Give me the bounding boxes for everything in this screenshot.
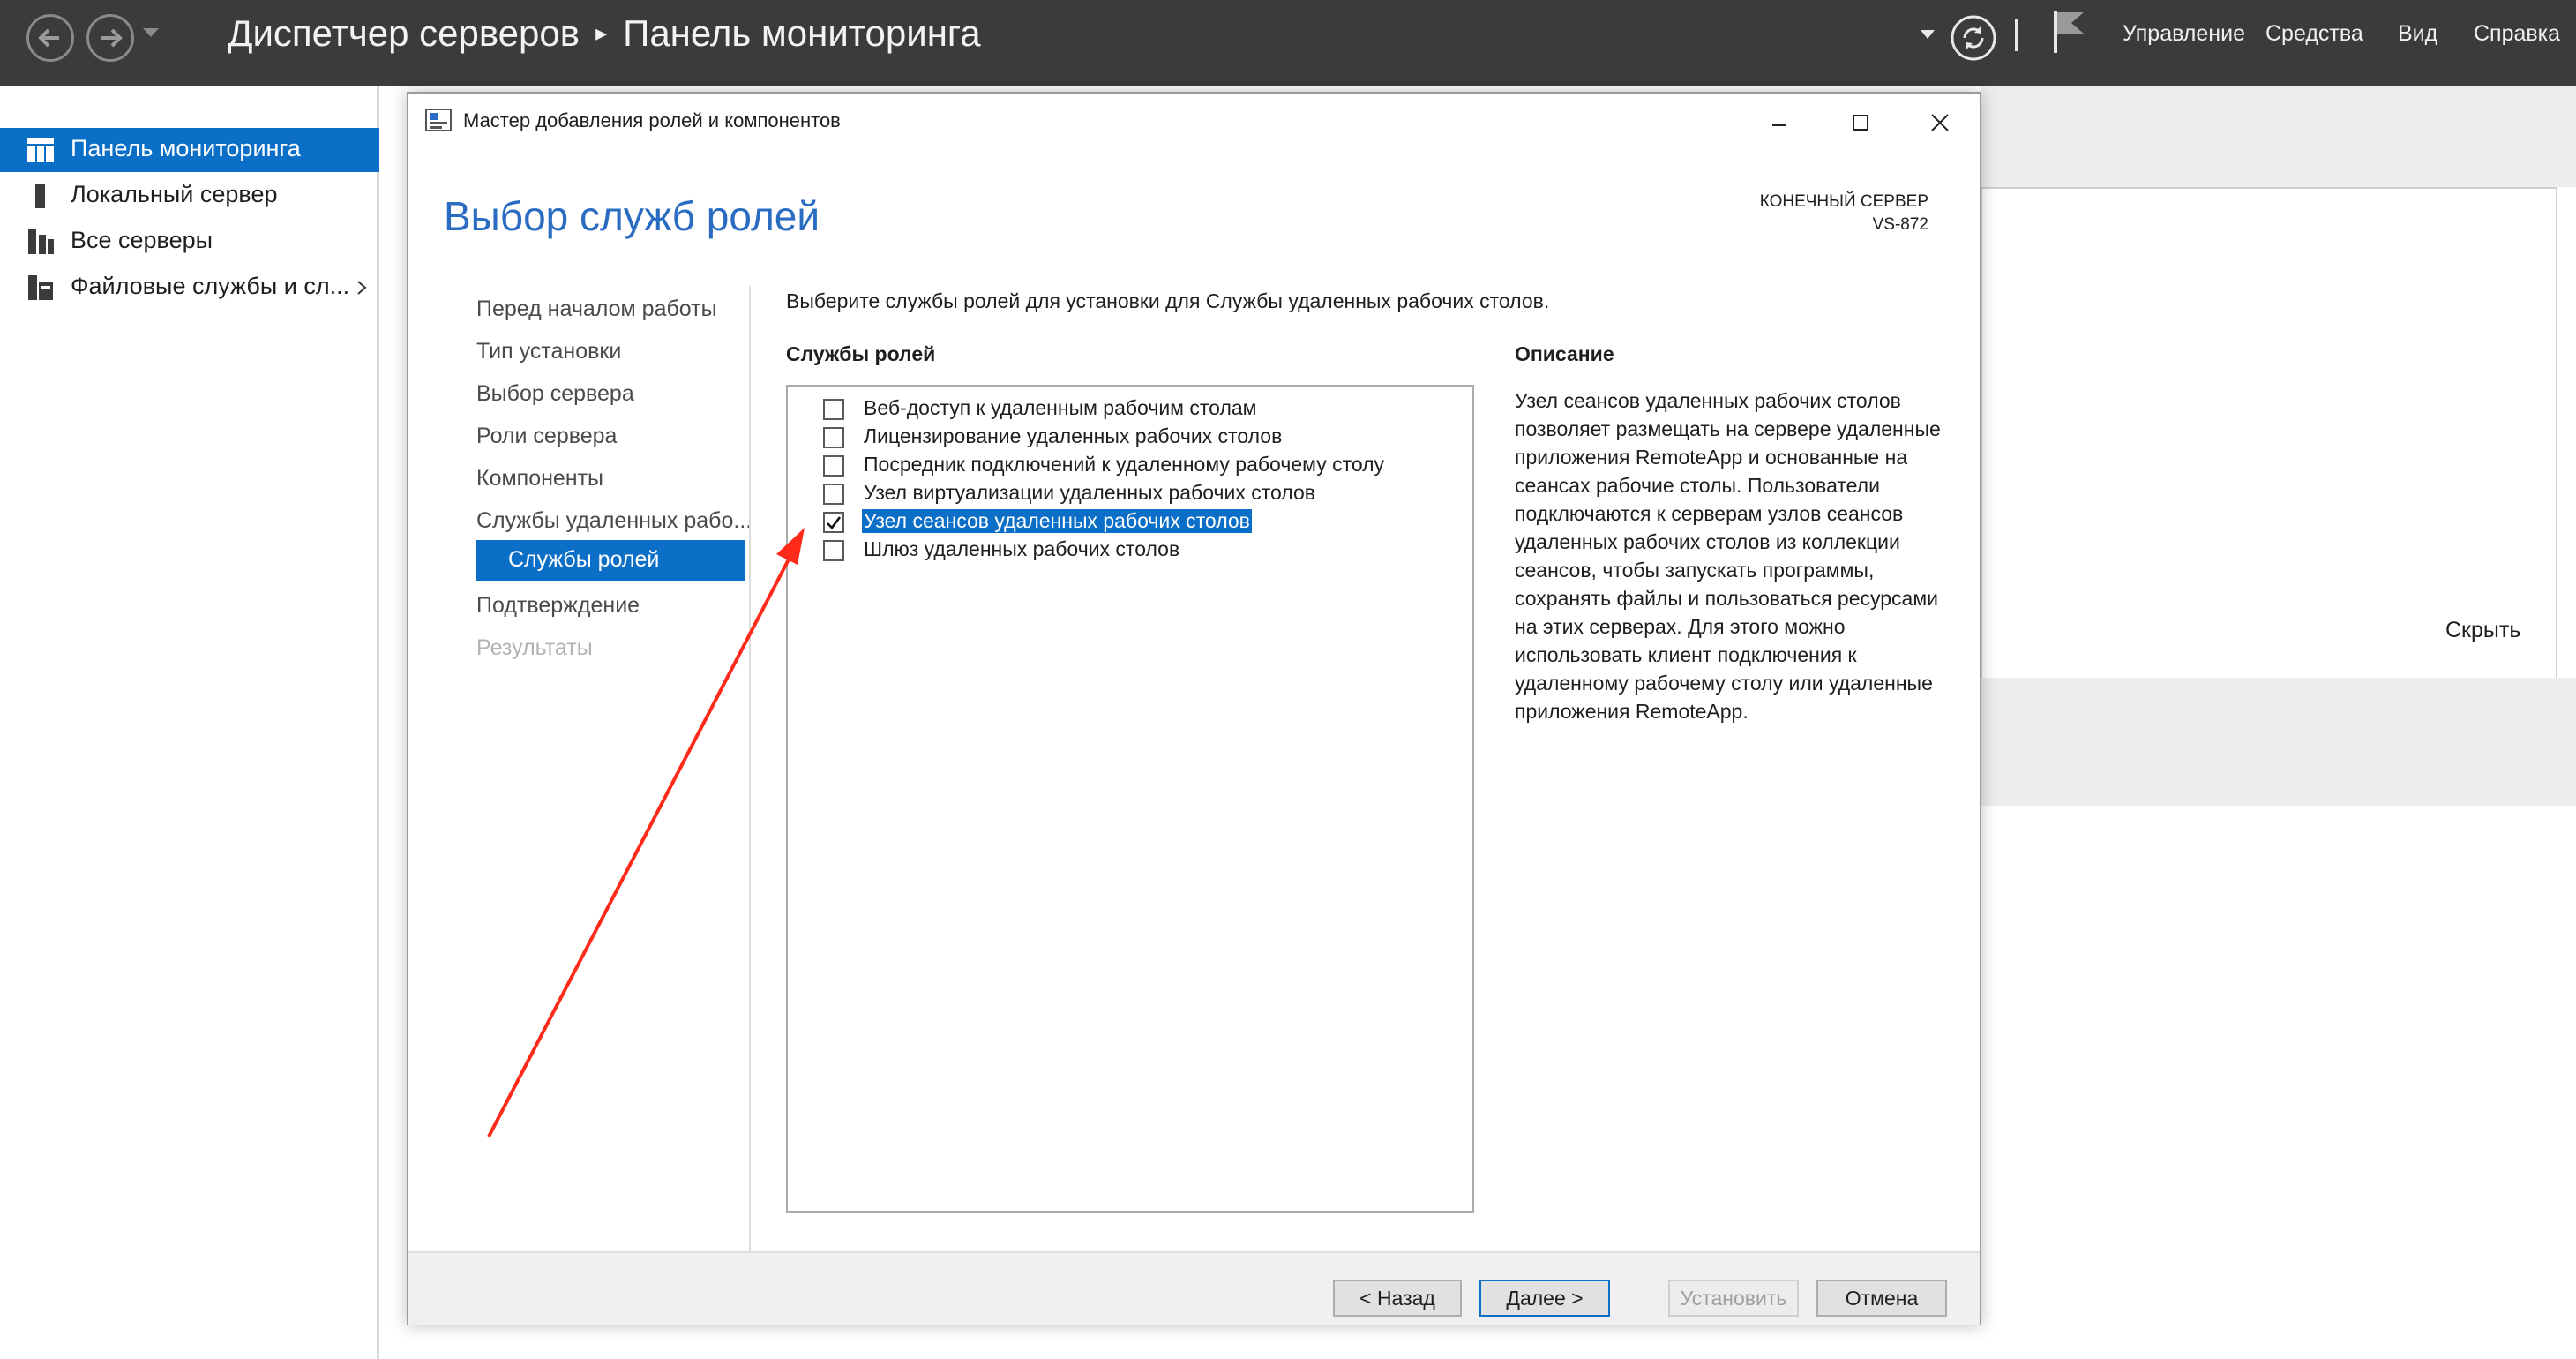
close-button[interactable] [1905,101,1975,143]
instruction-text: Выберите службы ролей для установки для … [786,289,1550,312]
role-services-heading: Службы ролей [786,342,936,365]
role-service-label: Веб-доступ к удаленным рабочим столам [864,396,1257,419]
minimize-icon [1772,124,1786,126]
sidebar-item-file-services[interactable]: Файловые службы и сл... [0,266,379,310]
breadcrumb-app: Диспетчер серверов [228,12,580,54]
checkbox[interactable] [823,540,844,561]
maximize-icon [1853,115,1868,131]
page-title: Выбор служб ролей [444,193,820,239]
role-service-label: Посредник подключений к удаленному рабоч… [864,453,1385,476]
breadcrumb-separator-icon: ▸ [595,19,608,46]
checkmark-icon [827,516,842,529]
back-nav-button[interactable] [26,14,74,62]
cancel-button[interactable]: Отмена [1816,1280,1947,1317]
description-text: Узел сеансов удаленных рабочих столов по… [1515,389,1941,723]
menu-tools[interactable]: Средства [2265,21,2363,47]
role-service-label: Узел виртуализации удаленных рабочих сто… [864,481,1315,504]
step-features[interactable]: Компоненты [476,466,603,492]
sidebar-item-label: Панель мониторинга [71,135,301,161]
expand-chevron-icon[interactable] [356,280,367,296]
role-services-list[interactable]: Веб-доступ к удаленным рабочим столам Ли… [786,385,1474,1213]
role-service-label: Шлюз удаленных рабочих столов [864,537,1180,560]
checkbox[interactable] [823,484,844,505]
notifications-dropdown-icon[interactable] [1920,28,1936,44]
sidebar-item-label: Файловые службы и сл... [71,273,350,299]
checkbox-checked[interactable] [823,512,844,533]
sidebar-item-all-servers[interactable]: Все серверы [0,220,379,264]
role-service-label: Лицензирование удаленных рабочих столов [864,424,1283,447]
refresh-icon [1951,15,1996,61]
close-icon [1931,114,1949,131]
checkbox[interactable] [823,399,844,420]
next-button[interactable]: Далее > [1479,1280,1610,1317]
servers-icon [28,229,54,254]
menu-view[interactable]: Вид [2398,21,2437,47]
breadcrumb-page: Панель мониторинга [623,12,981,54]
file-services-icon [28,275,53,300]
sidebar-item-dashboard[interactable]: Панель мониторинга [0,128,379,172]
sidebar-item-local-server[interactable]: Локальный сервер [0,174,379,218]
description-heading: Описание [1515,342,1614,365]
step-before-you-begin[interactable]: Перед началом работы [476,297,717,322]
dashboard-background [1981,678,2576,806]
divider [749,286,751,1306]
title-bar: Диспетчер серверов ▸ Панель мониторинга Уп… [0,0,2576,86]
step-results: Результаты [476,635,593,660]
role-service-label: Узел сеансов удаленных рабочих столов [862,509,1252,533]
install-button: Установить [1668,1280,1799,1317]
dialog-title-bar: Мастер добавления ролей и компонентов [408,94,1980,150]
toolbar-divider [2015,19,2018,51]
step-remote-desktop-services[interactable]: Службы удаленных рабо... [476,508,752,534]
welcome-panel [1981,187,2557,681]
sidebar-item-label: Локальный сервер [71,181,278,207]
sidebar: Панель мониторинга Локальный сервер Все … [0,86,379,1359]
sidebar-item-label: Все серверы [71,227,213,253]
checkbox[interactable] [823,455,844,477]
destination-server-name: VS-872 [1872,215,1928,234]
destination-server-label: КОНЕЧНЫЙ СЕРВЕР [1759,192,1928,211]
back-button[interactable]: < Назад [1333,1280,1462,1317]
add-roles-wizard-dialog: Мастер добавления ролей и компонентов Вы… [407,92,1981,1325]
checkbox[interactable] [823,427,844,448]
maximize-button[interactable] [1825,101,1896,143]
notifications-flag-button[interactable] [2052,9,2087,59]
minimize-button[interactable] [1744,101,1815,143]
step-server-roles[interactable]: Роли сервера [476,424,617,449]
flag-icon [2054,11,2084,53]
dialog-title: Мастер добавления ролей и компонентов [463,109,841,131]
menu-manage[interactable]: Управление [2123,21,2245,47]
arrow-right-icon [101,28,123,48]
server-icon [35,184,45,208]
step-installation-type[interactable]: Тип установки [476,339,621,364]
menu-help[interactable]: Справка [2474,21,2560,47]
refresh-button[interactable] [1950,14,1997,66]
step-confirmation[interactable]: Подтверждение [476,593,640,619]
step-role-services[interactable]: Службы ролей [476,540,745,581]
breadcrumb: Диспетчер серверов ▸ Панель мониторинга [228,12,981,55]
forward-nav-button[interactable] [86,14,134,62]
dashboard-icon [27,138,54,162]
step-server-selection[interactable]: Выбор сервера [476,381,634,407]
arrow-left-icon [38,28,59,48]
dashboard-background [1981,86,2576,187]
dialog-footer: < Назад Далее > Установить Отмена [408,1251,1980,1325]
wizard-app-icon [425,109,452,131]
hide-link[interactable]: Скрыть [2445,618,2520,643]
step-label: Службы ролей [508,547,660,572]
history-dropdown-icon[interactable] [141,26,161,43]
